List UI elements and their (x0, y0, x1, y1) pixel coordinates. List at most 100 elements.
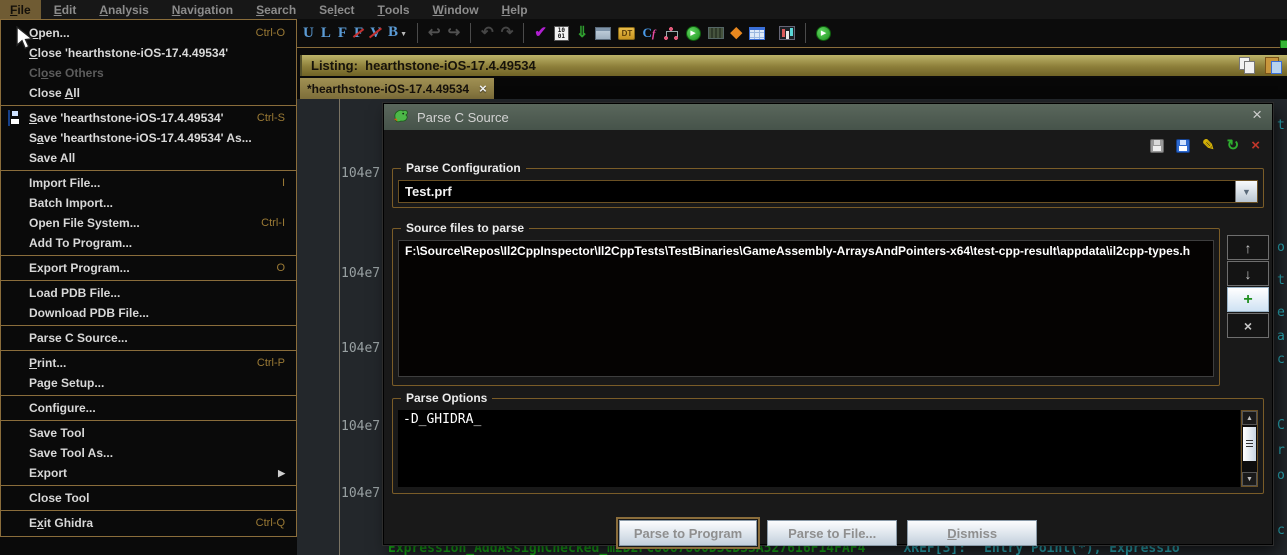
function-icon[interactable]: F (338, 25, 347, 41)
add-file-button[interactable]: + (1227, 287, 1269, 312)
menu-item-label: Add To Program... (29, 236, 132, 250)
menu-item-print[interactable]: Print...Ctrl-P (1, 353, 296, 373)
menu-item-label: Close 'hearthstone-iOS-17.4.49534' (29, 46, 228, 60)
ghidra-codebrowser-window: FileEditAnalysisNavigationSearchSelectTo… (0, 0, 1287, 555)
menubar-item-search[interactable]: Search (246, 0, 306, 19)
file-menu: Open...Ctrl-O Close 'hearthstone-iOS-17.4… (0, 19, 297, 537)
data-type-manager-icon[interactable]: DT (618, 27, 635, 40)
menu-item-label: Save All (29, 151, 75, 165)
tab-close-icon[interactable]: × (479, 81, 487, 96)
parse-to-file-button[interactable]: Parse to File... (767, 520, 897, 546)
scroll-up-icon[interactable]: ▲ (1242, 411, 1257, 425)
run-script-icon[interactable]: ▶ (686, 26, 701, 41)
delete-profile-icon[interactable]: × (1251, 138, 1260, 154)
menu-item-label: Save Tool As... (29, 446, 113, 460)
move-up-button[interactable]: ↑ (1227, 235, 1269, 260)
menu-item-export-program[interactable]: Export Program...O (1, 258, 296, 278)
scrollbar-track[interactable] (1242, 463, 1257, 472)
menubar-item-navigation[interactable]: Navigation (162, 0, 243, 19)
menu-item-parse-c-source[interactable]: Parse C Source... (1, 328, 296, 348)
undo-icon: ↶ (481, 25, 494, 41)
menu-item-save-tool-as[interactable]: Save Tool As... (1, 443, 296, 463)
ghidra-dragon-icon (392, 109, 410, 125)
copy-icon[interactable] (1239, 57, 1256, 74)
menu-item-close-tool[interactable]: Close Tool (1, 488, 296, 508)
scrollbar-thumb[interactable] (1243, 427, 1256, 461)
dialog-close-icon[interactable]: × (1252, 105, 1262, 125)
scroll-down-icon[interactable]: ▼ (1242, 472, 1257, 486)
menubar-item-window[interactable]: Window (423, 0, 489, 19)
edit-profile-icon[interactable]: ✎ (1202, 138, 1215, 154)
clear-function-icon[interactable]: F (354, 25, 363, 41)
menu-item-open-file-system[interactable]: Open File System...Ctrl-I (1, 213, 296, 233)
refresh-icon[interactable]: ↻ (1227, 138, 1240, 154)
dialog-titlebar[interactable]: Parse C Source × (384, 104, 1272, 130)
clear-variable-icon[interactable]: V (370, 25, 381, 41)
diamond-icon[interactable]: ◆ (731, 25, 743, 41)
menu-item-download-pdb-file[interactable]: Download PDB File... (1, 303, 296, 323)
menu-item-save-hearthstone-ios-17-4-49534-as[interactable]: Save 'hearthstone-iOS-17.4.49534' As... (1, 128, 296, 148)
call-tree-icon[interactable] (663, 26, 679, 41)
menu-item-save-hearthstone-ios-17-4-49534[interactable]: Save 'hearthstone-iOS-17.4.49534'Ctrl-S (1, 108, 296, 128)
listing-edge-char: o (1277, 468, 1285, 483)
menu-item-open[interactable]: Open...Ctrl-O (1, 23, 296, 43)
listing-edge-char: t (1277, 118, 1285, 133)
source-file-row[interactable]: F:\Source\Repos\Il2CppInspector\Il2CppTe… (399, 241, 1213, 261)
menubar-item-select[interactable]: Select (309, 0, 364, 19)
menu-separator (1, 350, 296, 351)
memory-map-icon[interactable] (708, 27, 724, 39)
chevron-down-icon: ▼ (1242, 187, 1251, 197)
paste-icon[interactable] (1264, 57, 1281, 74)
combobox-dropdown-button[interactable]: ▼ (1235, 181, 1257, 202)
dialog-toolbar: ✎ ↻ × (1150, 136, 1260, 156)
menu-item-label: Export (29, 466, 67, 480)
menubar-item-tools[interactable]: Tools (368, 0, 420, 19)
move-down-button[interactable]: ↓ (1227, 261, 1269, 286)
menu-item-close-all[interactable]: Close All (1, 83, 296, 103)
menu-item-save-all[interactable]: Save All (1, 148, 296, 168)
menubar-item-help[interactable]: Help (492, 0, 538, 19)
binary-view-icon[interactable]: 1001 (554, 26, 569, 41)
menubar-item-edit[interactable]: Edit (44, 0, 87, 19)
bookmark-icon[interactable]: B▼ (388, 24, 407, 42)
toolbar-separator (805, 23, 806, 43)
source-file-list[interactable]: F:\Source\Repos\Il2CppInspector\Il2CppTe… (398, 240, 1214, 377)
underline-icon[interactable]: U (303, 25, 314, 41)
menu-item-add-to-program[interactable]: Add To Program... (1, 233, 296, 253)
auto-analyze-icon[interactable]: ⇓ (576, 25, 589, 41)
listing-header-icons (1239, 57, 1281, 74)
function-graph-icon[interactable] (779, 26, 795, 40)
menu-item-import-file[interactable]: Import File...I (1, 173, 296, 193)
address-fragment: 104e7 (341, 486, 380, 501)
listing-edge-char: c (1277, 352, 1285, 367)
menubar-item-file[interactable]: File (0, 0, 41, 19)
listing-view-icon[interactable] (595, 27, 611, 40)
dismiss-button[interactable]: Dismiss (907, 520, 1037, 546)
label-icon[interactable]: L (321, 25, 331, 41)
menubar-item-analysis[interactable]: Analysis (89, 0, 158, 19)
profile-combobox[interactable]: Test.prf ▼ (398, 180, 1258, 203)
options-scrollbar[interactable]: ▲ ▼ (1241, 410, 1258, 487)
validate-icon[interactable]: ✔ (534, 25, 547, 41)
parse-options-input[interactable]: -D_GHIDRA_ (398, 410, 1240, 487)
menu-item-label: Open File System... (29, 216, 140, 230)
run-icon[interactable]: ▶ (816, 26, 831, 41)
menu-item-page-setup[interactable]: Page Setup... (1, 373, 296, 393)
listing-edge-char: o (1277, 240, 1285, 255)
table-view-icon[interactable] (749, 27, 765, 40)
menu-item-save-tool[interactable]: Save Tool (1, 423, 296, 443)
menu-item-close-others: Close Others (1, 63, 296, 83)
remove-file-button[interactable]: × (1227, 313, 1269, 338)
menu-item-export[interactable]: Export▶ (1, 463, 296, 483)
c-parser-icon[interactable]: Cf (642, 25, 655, 41)
menu-item-load-pdb-file[interactable]: Load PDB File... (1, 283, 296, 303)
parse-to-program-button[interactable]: Parse to Program (619, 520, 757, 546)
program-tab[interactable]: *hearthstone-iOS-17.4.49534 × (300, 78, 494, 99)
menu-item-batch-import[interactable]: Batch Import... (1, 193, 296, 213)
menu-item-configure[interactable]: Configure... (1, 398, 296, 418)
menu-item-close-hearthstone-ios-17-4-49534[interactable]: Close 'hearthstone-iOS-17.4.49534' (1, 43, 296, 63)
save-profile-as-icon[interactable] (1176, 139, 1190, 153)
menu-item-exit-ghidra[interactable]: Exit GhidraCtrl-Q (1, 513, 296, 533)
listing-header: Listing: hearthstone-iOS-17.4.49534 (300, 55, 1287, 76)
address-fragment: 104e7 (341, 266, 380, 281)
